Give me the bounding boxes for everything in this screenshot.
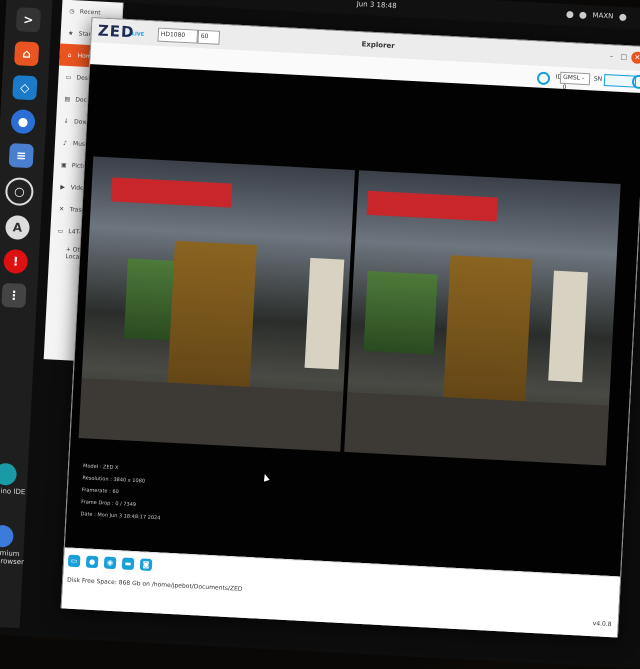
desktop-shortcut-chromium[interactable]: Chromium Web Browser [0, 524, 27, 566]
clock[interactable]: Jun 3 18:48 [356, 0, 396, 10]
picture-icon: ▣ [60, 161, 68, 168]
floor [344, 392, 609, 466]
trash-icon: ✕ [57, 205, 65, 212]
zed-explorer-window: ZED LIVE HD1080 60 Explorer – □ ✕ ID GMS… [61, 17, 640, 637]
zed-logo: ZED [97, 21, 134, 41]
record-icon[interactable]: ● [86, 556, 99, 569]
camera-icon[interactable]: ◙ [140, 558, 153, 571]
folder-icon[interactable]: ▭ [68, 555, 81, 568]
close-button[interactable]: ✕ [631, 51, 640, 64]
sn-label: SN [594, 75, 603, 82]
chromium-icon [0, 525, 14, 548]
star-icon: ★ [67, 29, 75, 36]
text-editor-icon[interactable]: ≡ [9, 143, 34, 168]
screen: Jun 3 18:48 MAXN > ⌂ ◇ ● ≡ ○ A ! ⋮ Ardui… [0, 0, 640, 669]
document-icon: ▤ [63, 95, 71, 102]
software-icon[interactable]: A [5, 215, 30, 240]
home-icon: ⌂ [65, 51, 73, 58]
refresh-icon[interactable] [537, 72, 551, 86]
trees [364, 271, 438, 355]
resolution-select[interactable]: HD1080 [157, 28, 198, 44]
poster [305, 258, 345, 370]
vscode-icon[interactable]: ◇ [12, 75, 37, 100]
left-camera-frame [79, 156, 355, 451]
window-title: Explorer [361, 40, 395, 50]
music-icon: ♪ [61, 139, 69, 146]
clock-icon: ◷ [68, 7, 76, 14]
red-banner [111, 177, 232, 207]
arduino-icon [0, 463, 17, 486]
power-mode-label[interactable]: MAXN [592, 11, 613, 20]
video-icon: ▶ [59, 183, 67, 190]
apps-icon[interactable]: ⋮ [1, 283, 26, 308]
network-icon[interactable] [566, 10, 573, 17]
fps-select[interactable]: 60 [197, 30, 220, 45]
poster [548, 271, 588, 383]
power-icon[interactable] [619, 13, 626, 20]
stream-icon[interactable]: ◉ [104, 557, 117, 570]
terminal-icon[interactable]: > [16, 7, 41, 32]
sidebar-item-label: Recent [80, 8, 101, 16]
system-tray[interactable]: MAXN [566, 10, 626, 21]
drive-icon: ▭ [56, 227, 64, 234]
help-icon[interactable]: ! [3, 249, 28, 274]
home-icon[interactable]: ⌂ [14, 41, 39, 66]
download-icon: ↓ [62, 117, 70, 124]
camera-id-select[interactable]: GMSL - 0 [560, 72, 591, 86]
stereo-viewer[interactable]: Model : ZED X Resolution : 3840 x 1080 F… [65, 64, 640, 576]
display-icon[interactable]: ▬ [122, 557, 135, 570]
volume-icon[interactable] [579, 11, 586, 18]
camera-info: Model : ZED X Resolution : 3840 x 1080 F… [80, 460, 163, 524]
desktop-shortcut-arduino[interactable]: Arduino IDE [0, 462, 30, 496]
version-label: v4.0.8 [593, 620, 612, 628]
bottom-toolbar: ▭ ● ◉ ▬ ◙ [68, 555, 153, 571]
mouse-cursor [262, 473, 270, 481]
shortcut-label: Chromium Web Browser [0, 548, 24, 566]
live-label: LIVE [132, 31, 145, 38]
shortcut-label: Arduino IDE [0, 486, 25, 496]
folder-icon: ▭ [64, 73, 72, 80]
minimize-button[interactable]: – [610, 52, 614, 60]
maximize-button[interactable]: □ [620, 53, 627, 61]
disk-space-label: Disk Free Space: 868 Gb on /home/jpebot/… [67, 577, 243, 593]
right-camera-frame [344, 170, 620, 465]
red-banner [367, 191, 498, 222]
obs-icon[interactable]: ○ [5, 177, 34, 206]
floor [79, 378, 344, 452]
chromium-icon[interactable]: ● [10, 109, 35, 134]
